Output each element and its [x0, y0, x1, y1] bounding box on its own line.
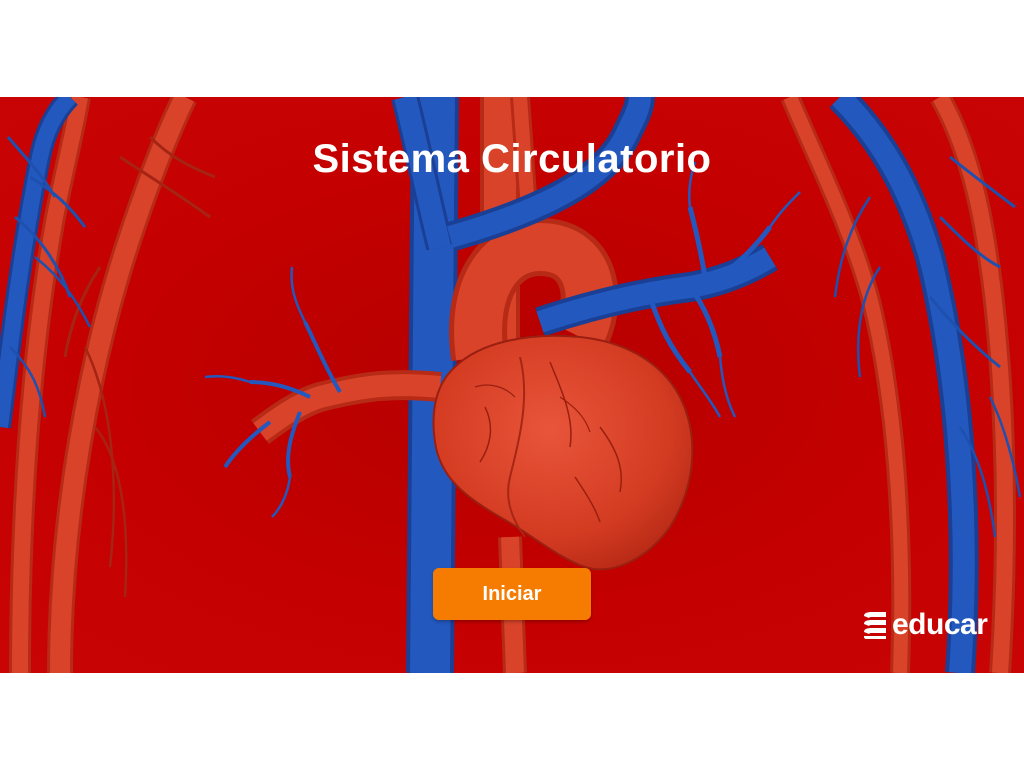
- start-button[interactable]: Iniciar: [433, 568, 591, 620]
- heart-illustration: [432, 334, 694, 571]
- left-pulmonary-branch: [204, 266, 442, 518]
- brand-logo: educar: [860, 607, 988, 643]
- educar-logo-icon: [864, 612, 886, 639]
- title-screen: Sistema Circulatorio Iniciar educar: [0, 97, 1024, 673]
- brand-name: educar: [892, 608, 988, 641]
- right-vessels: [780, 97, 1022, 673]
- page-title: Sistema Circulatorio: [312, 137, 712, 181]
- left-vessels: [0, 97, 216, 673]
